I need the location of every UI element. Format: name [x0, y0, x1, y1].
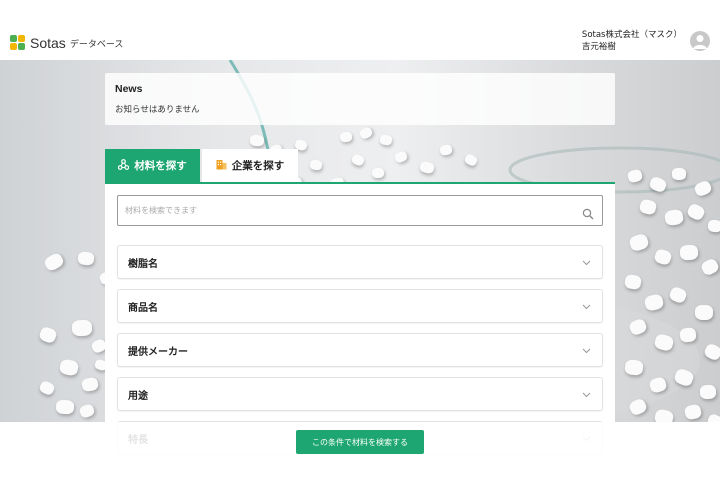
sotas-logo-icon [10, 35, 26, 51]
chevron-down-icon [582, 348, 591, 354]
pellet-decoration [694, 304, 714, 321]
pellet-decoration [339, 131, 353, 143]
pellet-decoration [624, 359, 644, 376]
material-search-box [117, 195, 603, 226]
filter-label: 樹脂名 [128, 258, 158, 270]
chevron-down-icon [582, 392, 591, 398]
filter-label: 商品名 [128, 302, 158, 314]
news-panel: News お知らせはありません [105, 73, 615, 125]
molecule-icon [118, 158, 130, 173]
search-tabs: 材料を探す 企業を探す [105, 149, 615, 184]
tab-materials-label: 材料を探す [134, 160, 187, 172]
pellet-decoration [249, 134, 265, 147]
material-search-input[interactable] [118, 196, 602, 225]
pellet-decoration [55, 399, 75, 415]
pellet-decoration [707, 219, 720, 233]
pellet-decoration [699, 384, 717, 400]
news-body: お知らせはありません [115, 105, 200, 115]
user-name: 吉元裕樹 [581, 42, 616, 52]
user-info: Sotas株式会社（マスク） 吉元裕樹 [582, 29, 682, 53]
company-name: Sotas株式会社（マスク） [581, 30, 682, 40]
filter-label: 提供メーカー [128, 346, 188, 358]
filter-product-name[interactable]: 商品名 [117, 289, 603, 323]
building-icon [216, 159, 227, 173]
news-title: News [115, 83, 143, 95]
chevron-down-icon [582, 260, 591, 266]
tab-companies[interactable]: 企業を探す [202, 149, 298, 182]
chevron-down-icon [582, 304, 591, 310]
search-icon[interactable] [582, 205, 594, 220]
tab-companies-label: 企業を探す [231, 160, 285, 172]
filter-application[interactable]: 用途 [117, 377, 603, 411]
logo-name: Sotas [30, 35, 66, 51]
pellet-decoration [679, 244, 699, 261]
filter-manufacturer[interactable]: 提供メーカー [117, 333, 603, 367]
pellet-decoration [77, 251, 95, 266]
filter-resin-name[interactable]: 樹脂名 [117, 245, 603, 279]
avatar-icon[interactable] [690, 31, 710, 51]
tab-materials[interactable]: 材料を探す [105, 149, 200, 182]
logo-subtitle: データベース [69, 39, 124, 50]
filter-label: 用途 [128, 390, 148, 402]
app-header: Sotas データベース Sotas株式会社（マスク） 吉元裕樹 [0, 26, 720, 60]
user-menu[interactable]: Sotas株式会社（マスク） 吉元裕樹 [582, 29, 710, 53]
logo[interactable]: Sotas データベース [10, 35, 123, 51]
pellet-decoration [71, 319, 93, 337]
pellet-decoration [672, 168, 686, 180]
search-with-conditions-button[interactable]: この条件で材料を検索する [296, 430, 424, 454]
